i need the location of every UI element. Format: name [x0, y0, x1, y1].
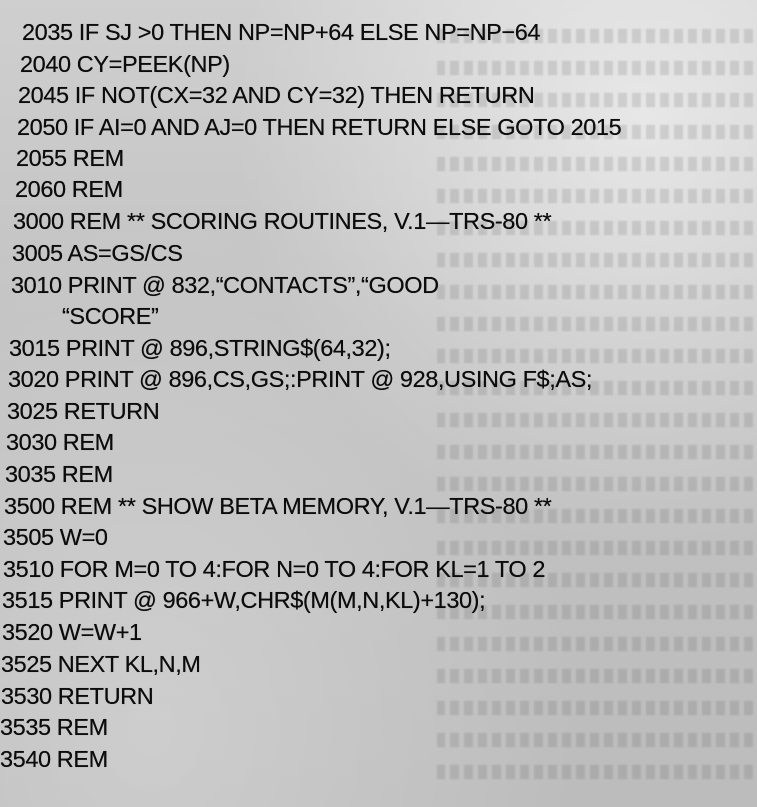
code-line: 3525 NEXT KL,N,M — [1, 651, 201, 677]
code-line: 2040 CY=PEEK(NP) — [20, 51, 230, 77]
code-line: 3025 RETURN — [7, 398, 160, 424]
code-line: 3030 REM — [6, 429, 114, 455]
code-line: 3505 W=0 — [3, 524, 108, 550]
code-line: 3005 AS=GS/CS — [12, 240, 183, 266]
code-line: 2035 IF SJ >0 THEN NP=NP+64 ELSE NP=NP−6… — [22, 19, 541, 45]
code-line: 3035 REM — [5, 461, 113, 487]
code-line: 3510 FOR M=0 TO 4:FOR N=0 TO 4:FOR KL=1 … — [3, 556, 546, 582]
code-line: 3530 RETURN — [1, 683, 154, 709]
code-line: 2045 IF NOT(CX=32 AND CY=32) THEN RETURN — [18, 82, 535, 108]
code-line-continuation: “SCORE” — [62, 303, 159, 329]
code-line: 3010 PRINT @ 832,“CONTACTS”,“GOOD — [11, 272, 439, 298]
code-line: 3020 PRINT @ 896,CS,GS;:PRINT @ 928,USIN… — [8, 366, 593, 392]
code-line: 3500 REM ** SHOW BETA MEMORY, V.1—TRS-80… — [4, 493, 552, 519]
book-page: 2035 IF SJ >0 THEN NP=NP+64 ELSE NP=NP−6… — [0, 0, 757, 807]
code-line: 3520 W=W+1 — [2, 619, 142, 645]
code-line: 3000 REM ** SCORING ROUTINES, V.1—TRS-80… — [13, 208, 552, 234]
code-line: 3540 REM — [0, 746, 108, 772]
basic-code-listing: 2035 IF SJ >0 THEN NP=NP+64 ELSE NP=NP−6… — [0, 0, 757, 807]
code-line: 2055 REM — [16, 145, 124, 171]
code-line: 2060 REM — [15, 176, 123, 202]
code-line: 3535 REM — [0, 714, 108, 740]
code-line: 3015 PRINT @ 896,STRING$(64,32); — [9, 335, 391, 361]
code-line: 2050 IF AI=0 AND AJ=0 THEN RETURN ELSE G… — [17, 114, 622, 140]
code-line: 3515 PRINT @ 966+W,CHR$(M(M,N,KL)+130); — [2, 587, 486, 613]
